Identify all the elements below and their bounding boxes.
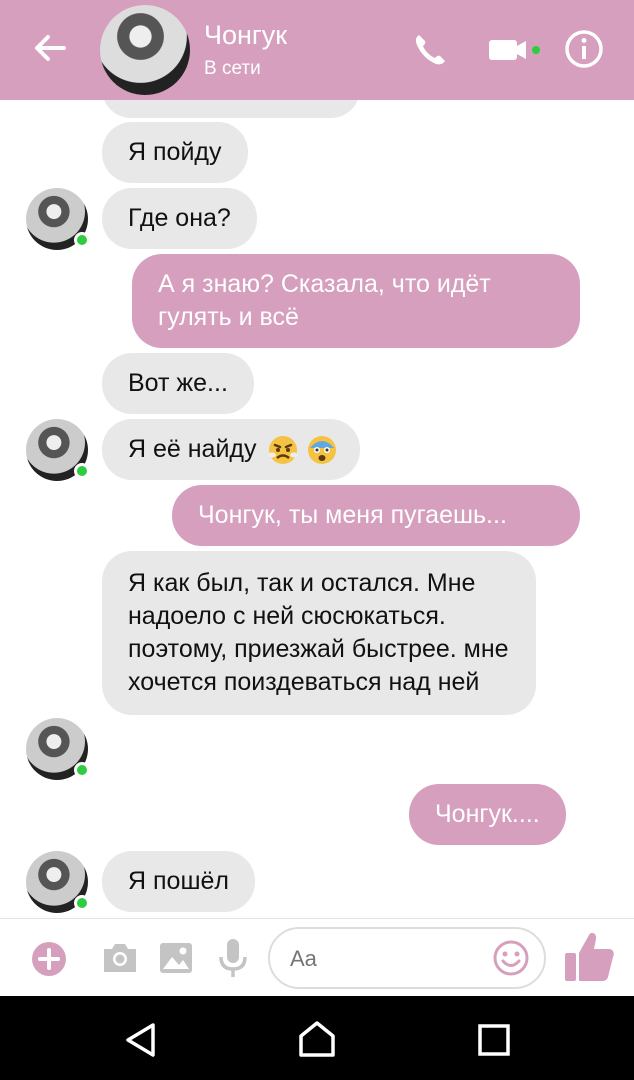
sender-avatar[interactable] — [26, 419, 90, 481]
sender-avatar[interactable] — [26, 188, 90, 250]
message-bubble-partial — [102, 100, 360, 118]
message-bubble-incoming[interactable]: Я её найду — [102, 419, 361, 481]
nav-recents-icon[interactable] — [476, 1022, 512, 1058]
message-bubble-incoming[interactable]: Я как был, так и остался. Мне надоело с … — [102, 551, 536, 715]
message-list[interactable]: Я пойду Где она? А я знаю? Сказала, что … — [0, 100, 634, 918]
camera-icon[interactable] — [100, 939, 140, 977]
thumbs-up-icon[interactable] — [562, 929, 616, 985]
video-call-icon[interactable] — [486, 32, 542, 68]
message-bubble-outgoing[interactable]: Чонгук.... — [409, 784, 566, 845]
add-icon[interactable] — [30, 940, 68, 978]
message-bubble-incoming[interactable]: Я пойду — [102, 122, 248, 183]
info-icon[interactable] — [563, 28, 605, 70]
message-bubble-outgoing[interactable]: А я знаю? Сказала, что идёт гулять и всё — [132, 254, 580, 348]
message-input[interactable] — [290, 943, 490, 975]
sender-avatar[interactable] — [26, 851, 90, 913]
nav-back-icon[interactable] — [120, 1020, 160, 1060]
contact-avatar[interactable] — [100, 5, 190, 95]
message-bubble-incoming[interactable]: Я пошёл — [102, 851, 255, 912]
online-indicator — [74, 762, 90, 778]
online-indicator — [74, 232, 90, 248]
message-input-box[interactable] — [268, 927, 546, 989]
back-arrow-icon[interactable] — [30, 28, 70, 68]
angry-face-icon — [268, 436, 299, 465]
online-indicator — [74, 895, 90, 911]
message-bubble-incoming[interactable]: Вот же... — [102, 353, 254, 414]
message-bubble-outgoing[interactable]: Чонгук, ты меня пугаешь... — [172, 485, 580, 546]
message-text: Я её найду — [128, 435, 257, 463]
message-bubble-incoming[interactable]: Где она? — [102, 188, 257, 249]
nav-home-icon[interactable] — [296, 1018, 338, 1060]
fearful-face-icon — [308, 436, 337, 465]
contact-name[interactable]: Чонгук — [204, 20, 287, 51]
gallery-icon[interactable] — [158, 939, 194, 977]
contact-status: В сети — [204, 58, 261, 79]
phone-call-icon[interactable] — [410, 30, 450, 70]
emoji-icon[interactable] — [492, 939, 530, 977]
microphone-icon[interactable] — [216, 937, 250, 979]
system-navigation-bar — [0, 996, 634, 1080]
message-composer — [0, 918, 634, 996]
sender-avatar[interactable] — [26, 718, 90, 780]
chat-header: Чонгук В сети — [0, 0, 634, 100]
online-indicator — [74, 463, 90, 479]
